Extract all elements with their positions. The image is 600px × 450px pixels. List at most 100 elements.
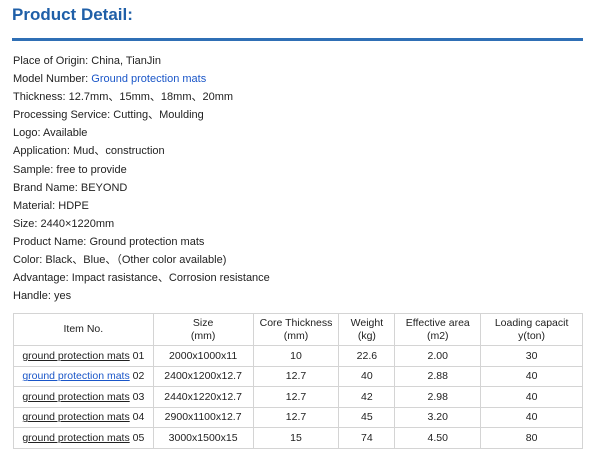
item-suffix: 02 [129,370,145,383]
header-item-no: Item No. [13,313,154,346]
spec-value: free to provide [56,163,127,176]
size-cell: 2440x1220x12.7 [152,386,254,408]
area-cell: 2.88 [394,365,482,387]
spec-label: Application: [13,145,70,158]
spec-value: 2440×1220mm [40,217,115,230]
spec-label: Sample: [13,163,54,176]
item-no-cell: ground protection mats 04 [13,406,154,428]
area-cell: 4.50 [394,427,482,449]
area-cell: 2.00 [394,345,482,367]
load-cell: 80 [480,427,583,449]
spec-line: Sample: free to provide [13,161,583,179]
weight-cell: 74 [338,427,396,449]
spec-label: Thickness: [13,91,66,104]
load-cell: 40 [480,386,583,408]
spec-value: Black、Blue、（Other color available) [45,254,227,267]
core-cell: 15 [252,427,340,449]
spec-value: BEYOND [80,181,128,194]
load-cell: 40 [480,365,583,387]
header-effective-area: Effective area (m2) [394,313,482,346]
spec-line: Application: Mud、construction [13,142,583,160]
area-cell: 3.20 [394,406,482,428]
core-cell: 12.7 [252,386,340,408]
table-body: ground protection mats 01 2000x1000x11 10 2… [13,345,583,449]
table-header-row: Item No. Size (mm) Core Thickness (mm) Wei… [13,313,583,346]
spec-label: Handle: [13,290,51,303]
spec-line: Logo: Available [13,124,583,142]
spec-label: Size: [13,217,38,230]
spec-line: Handle: yes [13,287,583,305]
spec-label: Processing Service: [13,109,111,122]
weight-cell: 42 [338,386,396,408]
size-cell: 2900x1100x12.7 [152,406,254,428]
weight-cell: 45 [338,406,396,428]
model-number-link[interactable]: Ground protection mats [91,73,206,85]
spec-value: 12.7mm、15mm、18mm、20mm [68,91,234,104]
spec-value: Impact rasistance、Corrosion resistance [71,272,270,285]
product-detail-page: Product Detail: Place of Origin: China, … [0,0,600,450]
core-cell: 12.7 [252,365,340,387]
table-row: ground protection mats 04 2900x1100x12.7 1… [13,406,583,428]
table-row: ground protection mats 02 2400x1200x12.7 1… [13,365,583,387]
item-suffix: 03 [129,390,145,403]
header-size: Size (mm) [152,313,254,346]
spec-line: Color: Black、Blue、（Other color available… [13,251,583,269]
spec-label: Product Name: [13,235,87,248]
load-cell: 40 [480,406,583,428]
table-row: ground protection mats 05 3000x1500x15 15 7… [13,427,583,449]
item-suffix: 05 [129,431,145,444]
size-cell: 2400x1200x12.7 [152,365,254,387]
item-link[interactable]: ground protection mats [22,391,129,403]
spec-label: Model Number: [13,73,89,86]
spec-line: Material: HDPE [13,197,583,215]
spec-line: Place of Origin: China, TianJin [13,52,583,70]
item-link[interactable]: ground protection mats [22,370,129,382]
table-row: ground protection mats 01 2000x1000x11 10 2… [13,345,583,367]
weight-cell: 22.6 [338,345,396,367]
item-no-cell: ground protection mats 03 [13,386,154,408]
item-no-cell: ground protection mats 02 [13,365,154,387]
spec-line: Advantage: Impact rasistance、Corrosion r… [13,269,583,287]
spec-value: Cutting、Moulding [113,109,204,122]
item-link[interactable]: ground protection mats [22,350,129,362]
page-title: Product Detail: [12,5,133,24]
spec-line: Model Number: Ground protection mats [13,70,583,88]
spec-line: Processing Service: Cutting、Moulding [13,106,583,124]
core-cell: 10 [252,345,340,367]
weight-cell: 40 [338,365,396,387]
spec-value: China, TianJin [91,55,161,67]
product-table: Item No. Size (mm) Core Thickness (mm) Wei… [13,313,583,449]
spec-label: Logo: [13,127,41,140]
load-cell: 30 [480,345,583,367]
spec-label: Place of Origin: [13,55,89,67]
spec-line: Product Name: Ground protection mats [13,233,583,251]
header-loading-capacity: Loading capacit y(ton) [480,313,583,346]
spec-value: Mud、construction [72,145,165,158]
item-no-cell: ground protection mats 01 [13,345,154,367]
spec-label: Color: [13,254,43,267]
spec-list: Place of Origin: China, TianJin Model Num… [13,52,583,305]
header-core-thickness: Core Thickness (mm) [252,313,340,346]
item-suffix: 01 [129,349,145,362]
size-cell: 3000x1500x15 [152,427,254,449]
spec-label: Advantage: [13,272,69,285]
item-suffix: 04 [129,411,145,424]
item-link[interactable]: ground protection mats [22,411,129,423]
spec-line: Thickness: 12.7mm、15mm、18mm、20mm [13,88,583,106]
item-no-cell: ground protection mats 05 [13,427,154,449]
size-cell: 2000x1000x11 [152,345,254,367]
spec-label: Brand Name: [13,181,78,194]
table-row: ground protection mats 03 2440x1220x12.7 1… [13,386,583,408]
header-weight: Weight (kg) [338,313,396,346]
core-cell: 12.7 [252,406,340,428]
title-divider [12,38,583,41]
spec-line: Size: 2440×1220mm [13,215,583,233]
spec-value: HDPE [58,199,89,212]
item-link[interactable]: ground protection mats [22,432,129,444]
spec-line: Brand Name: BEYOND [13,179,583,197]
area-cell: 2.98 [394,386,482,408]
spec-label: Material: [13,199,56,212]
spec-value: Available [42,127,88,140]
spec-value: yes [53,290,72,303]
spec-value: Ground protection mats [89,235,205,248]
